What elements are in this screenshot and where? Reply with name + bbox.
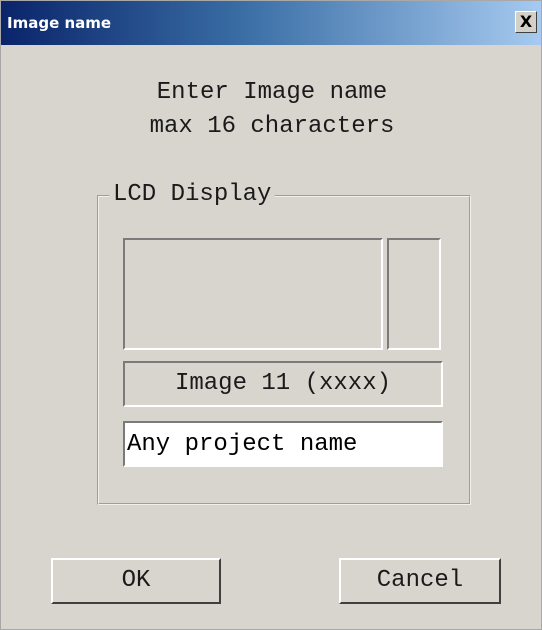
lcd-preview-main bbox=[123, 238, 383, 350]
lcd-preview-side bbox=[387, 238, 441, 350]
close-button[interactable]: X bbox=[515, 11, 537, 33]
lcd-display-legend: LCD Display bbox=[109, 181, 276, 208]
prompt-line-1: Enter Image name bbox=[156, 79, 388, 106]
cancel-button[interactable]: Cancel bbox=[339, 558, 501, 604]
prompt-line-2: max 16 characters bbox=[149, 113, 395, 140]
image-name-input[interactable] bbox=[123, 421, 443, 467]
window-title: Image name bbox=[7, 14, 112, 32]
image-name-dialog: Image name X Enter Image name max 16 cha… bbox=[0, 0, 542, 630]
title-bar[interactable]: Image name X bbox=[1, 1, 541, 45]
close-icon: X bbox=[519, 12, 533, 31]
lcd-image-label: Image 11 (xxxx) bbox=[123, 361, 443, 407]
ok-button[interactable]: OK bbox=[51, 558, 221, 604]
